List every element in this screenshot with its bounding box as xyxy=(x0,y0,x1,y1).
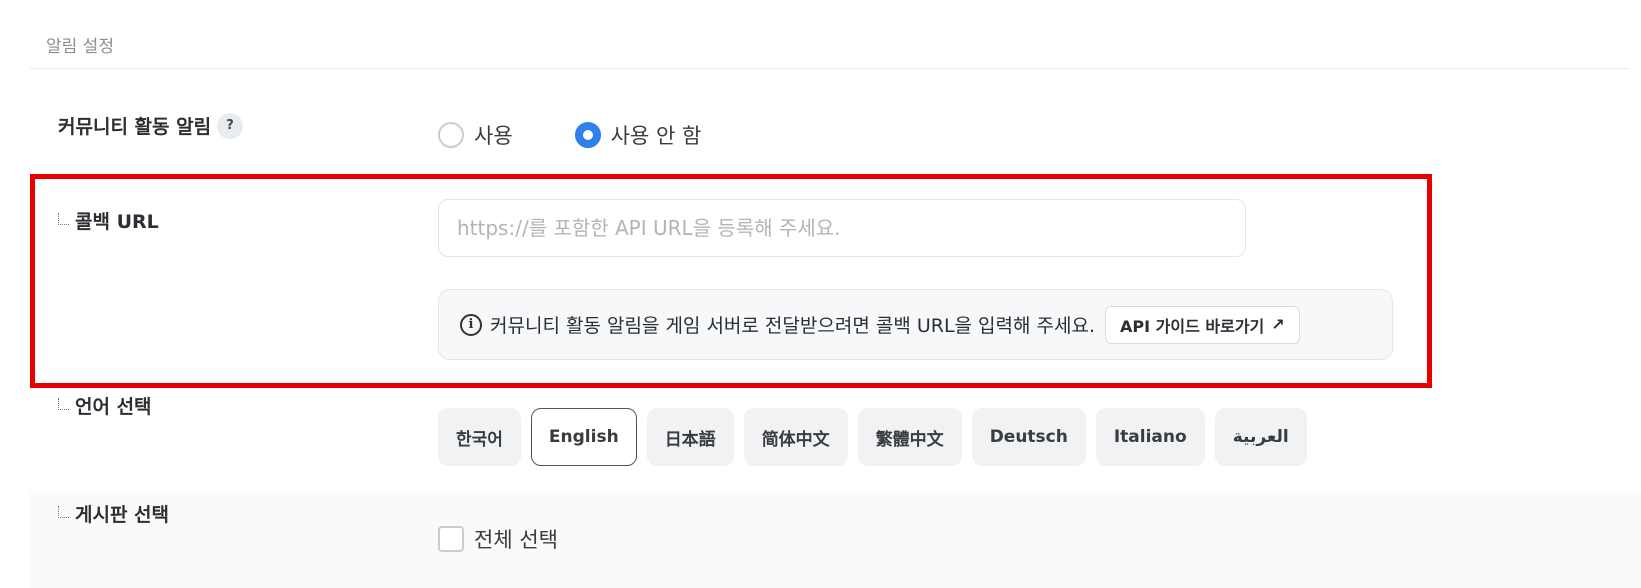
language-label: 언어 선택 xyxy=(75,396,152,418)
radio-option-enable[interactable]: 사용 xyxy=(438,120,513,150)
board-row xyxy=(30,492,1641,588)
board-label: 게시판 선택 xyxy=(75,504,170,526)
lang-button-it[interactable]: Italiano xyxy=(1095,408,1205,466)
community-alert-radio-group: 사용 사용 안 함 xyxy=(438,120,763,150)
callback-info-box: i 커뮤니티 활동 알림을 게임 서버로 전달받으려면 콜백 URL을 입력해 … xyxy=(438,289,1393,360)
community-alert-label: 커뮤니티 활동 알림 xyxy=(58,116,212,138)
select-all-checkbox[interactable] xyxy=(438,526,464,552)
api-guide-button-label: API 가이드 바로가기 xyxy=(1120,316,1265,336)
lang-button-zh-tw[interactable]: 繁體中文 xyxy=(857,408,962,466)
arrow-up-right-icon: ↗ xyxy=(1271,315,1285,334)
callback-info-text: 커뮤니티 활동 알림을 게임 서버로 전달받으려면 콜백 URL을 입력해 주세… xyxy=(490,315,1096,337)
info-icon: i xyxy=(460,313,482,336)
radio-option-disable[interactable]: 사용 안 함 xyxy=(574,120,702,150)
tree-connector-icon xyxy=(58,505,69,518)
select-all-checkbox-wrap[interactable]: 전체 선택 xyxy=(438,524,558,554)
select-all-label: 전체 선택 xyxy=(474,528,558,552)
section-title: 알림 설정 xyxy=(46,37,114,57)
lang-button-en[interactable]: English xyxy=(530,408,637,466)
section-header: 알림 설정 xyxy=(30,0,1630,69)
api-guide-button[interactable]: API 가이드 바로가기 ↗ xyxy=(1105,305,1300,344)
lang-button-ar[interactable]: العربية xyxy=(1214,408,1307,466)
lang-button-ko[interactable]: 한국어 xyxy=(438,408,521,466)
lang-button-ja[interactable]: 日本語 xyxy=(646,408,734,466)
tree-connector-icon xyxy=(58,397,69,410)
radio-enable-label: 사용 xyxy=(474,124,513,148)
lang-button-zh-cn[interactable]: 简体中文 xyxy=(743,408,848,466)
help-icon[interactable]: ? xyxy=(217,112,244,139)
radio-disable-label: 사용 안 함 xyxy=(610,124,702,148)
callback-url-label: 콜백 URL xyxy=(75,211,159,233)
language-label-row: 언어 선택 xyxy=(58,392,152,419)
tree-connector-icon xyxy=(58,212,69,225)
community-alert-label-row: 커뮤니티 활동 알림 ? xyxy=(58,112,244,139)
language-button-group: 한국어 English 日本語 简体中文 繁體中文 Deutsch Italia… xyxy=(438,408,1317,466)
callback-url-input[interactable] xyxy=(438,199,1246,257)
callback-url-label-row: 콜백 URL xyxy=(58,207,159,234)
radio-enable[interactable] xyxy=(438,122,464,148)
board-label-row: 게시판 선택 xyxy=(58,500,169,527)
lang-button-de[interactable]: Deutsch xyxy=(971,408,1086,466)
radio-disable[interactable] xyxy=(574,122,601,148)
